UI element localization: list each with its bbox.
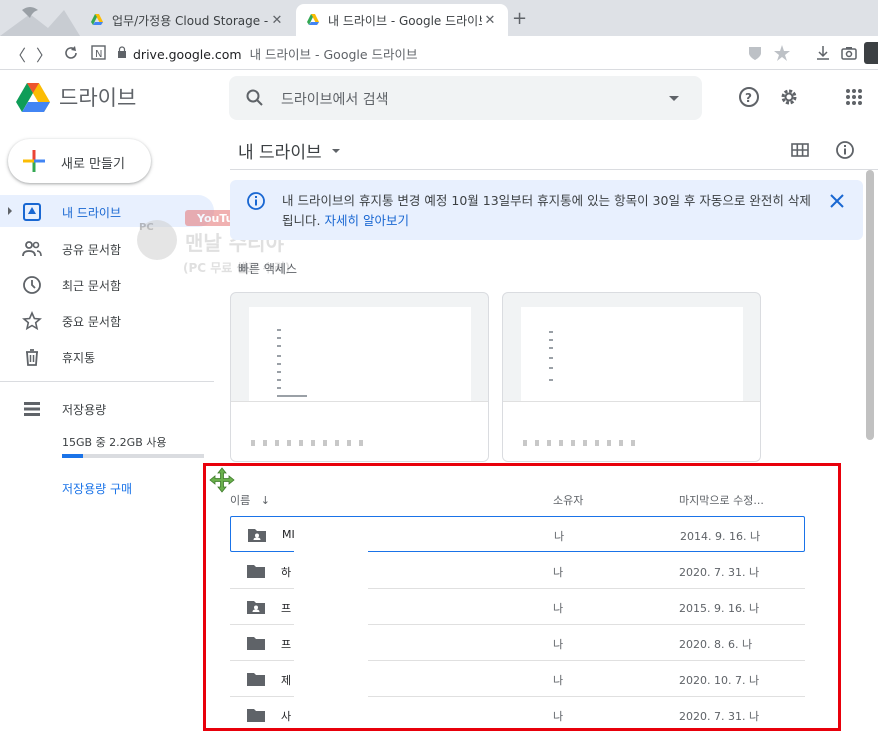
drive-logo[interactable]: 드라이브 — [16, 82, 136, 112]
learn-more-link[interactable]: 자세히 알아보기 — [324, 213, 408, 228]
grid-view-icon[interactable] — [790, 141, 810, 159]
sidebar-item-label: 저장용량 — [62, 403, 107, 417]
move-cursor-icon — [209, 467, 235, 493]
lock-icon — [118, 46, 126, 58]
svg-text:?: ? — [745, 91, 752, 105]
highlight-box — [203, 463, 841, 731]
card-footer — [231, 401, 488, 461]
sidebar-item-trash[interactable]: 휴지통 — [0, 340, 214, 372]
tab-title: 업무/가정용 Cloud Storage - Go — [112, 13, 269, 28]
url-domain: drive.google.com — [133, 47, 242, 62]
camera-icon[interactable] — [840, 44, 858, 62]
drive-brand-name: 드라이브 — [59, 86, 137, 110]
reader-n-icon[interactable]: N — [90, 44, 108, 62]
sidebar-item-storage[interactable]: 저장용량 — [0, 392, 214, 424]
clock-icon — [23, 276, 41, 294]
quick-access-card[interactable] — [502, 292, 761, 462]
storage-usage-bar — [62, 454, 204, 458]
tab-cloud-storage[interactable]: 업무/가정용 Cloud Storage - Go ✕ — [80, 4, 295, 36]
buy-storage-link[interactable]: 저장용량 구매 — [62, 480, 132, 497]
settings-gear-icon[interactable] — [778, 86, 800, 108]
svg-text:N: N — [95, 49, 102, 60]
storage-usage-text: 15GB 중 2.2GB 사용 — [62, 436, 167, 449]
search-options-icon[interactable] — [669, 96, 679, 101]
new-button-label: 새로 만들기 — [61, 157, 125, 172]
browser-tab-bar: 업무/가정용 Cloud Storage - Go ✕ 내 드라이브 - Goo… — [0, 0, 878, 36]
search-input[interactable]: 드라이브에서 검색 — [281, 89, 389, 109]
chevron-down-icon — [331, 148, 340, 153]
close-tab-icon[interactable]: ✕ — [269, 13, 285, 28]
quick-access-card[interactable] — [230, 292, 489, 462]
search-box[interactable]: 드라이브에서 검색 — [229, 76, 702, 120]
profile-badge[interactable] — [864, 42, 878, 64]
tab-title: 내 드라이브 - Google 드라이브 — [328, 13, 482, 28]
sidebar-item-label: 중요 문서함 — [62, 315, 122, 329]
trash-icon — [26, 349, 38, 366]
help-icon[interactable]: ? — [738, 86, 760, 108]
info-icon — [247, 192, 265, 210]
sidebar-divider — [0, 381, 214, 382]
tab-my-drive[interactable]: 내 드라이브 - Google 드라이브 ✕ — [296, 4, 508, 36]
page-title[interactable]: 내 드라이브 — [238, 138, 340, 163]
watermark-badge: PC — [139, 222, 154, 233]
expand-arrow-icon[interactable] — [8, 207, 12, 215]
sidebar-item-label: 내 드라이브 — [62, 206, 122, 220]
drive-header: 드라이브 드라이브에서 검색 ? — [0, 70, 878, 126]
apps-grid-icon[interactable] — [843, 86, 865, 108]
browser-window-corner — [0, 0, 80, 36]
sidebar-item-starred[interactable]: 중요 문서함 — [0, 304, 214, 336]
url-page-title: 내 드라이브 - Google 드라이브 — [249, 47, 418, 62]
bird-decoration-icon — [0, 7, 80, 36]
drive-favicon-icon — [91, 14, 103, 25]
document-thumbnail — [249, 307, 471, 401]
quick-access-title: 빠른 액세스 — [238, 262, 298, 276]
page-title-text: 내 드라이브 — [238, 143, 322, 163]
new-tab-icon[interactable]: + — [512, 8, 527, 29]
url-text[interactable]: drive.google.com 내 드라이브 - Google 드라이브 — [133, 44, 418, 63]
reload-icon[interactable] — [62, 44, 80, 62]
close-tab-icon[interactable]: ✕ — [482, 13, 498, 28]
sidebar-item-label: 공유 문서함 — [62, 243, 122, 257]
info-icon[interactable] — [835, 140, 855, 160]
storage-icon — [24, 402, 40, 416]
shield-icon[interactable] — [746, 44, 764, 62]
storage-usage-fill — [62, 454, 84, 458]
banner-text: 내 드라이브의 휴지통 변경 예정 10월 13일부터 휴지통에 있는 항목이 … — [282, 191, 822, 231]
back-icon[interactable]: 〈 — [10, 42, 26, 66]
shared-icon — [22, 241, 42, 257]
redacted-text — [251, 440, 371, 446]
plus-icon — [23, 150, 45, 172]
address-bar: 〈 〉 N drive.google.com 내 드라이브 - Google 드… — [0, 36, 878, 70]
trash-change-banner: 내 드라이브의 휴지통 변경 예정 10월 13일부터 휴지통에 있는 항목이 … — [230, 180, 863, 240]
new-button[interactable]: 새로 만들기 — [8, 139, 151, 183]
star-icon — [22, 311, 42, 331]
sidebar-item-label: 휴지통 — [62, 351, 96, 365]
close-icon[interactable] — [828, 192, 846, 210]
redacted-text — [523, 440, 643, 446]
bookmark-star-icon[interactable] — [773, 44, 791, 62]
download-icon[interactable] — [814, 44, 832, 62]
scrollbar[interactable] — [866, 170, 874, 440]
drive-favicon-icon — [307, 14, 319, 25]
forward-icon[interactable]: 〉 — [36, 42, 52, 66]
google-drive-logo-icon — [16, 83, 50, 112]
document-thumbnail — [521, 307, 743, 401]
my-drive-icon — [23, 203, 41, 221]
card-footer — [503, 401, 760, 461]
search-icon[interactable] — [245, 88, 265, 108]
sidebar-item-label: 최근 문서함 — [62, 279, 122, 293]
header-divider — [230, 169, 878, 170]
